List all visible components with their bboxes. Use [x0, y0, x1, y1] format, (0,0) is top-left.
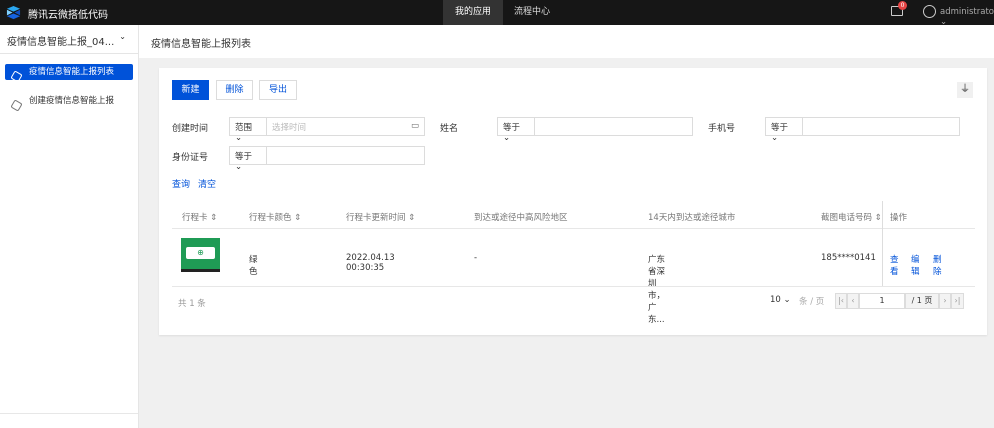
sidebar-item-create[interactable]: 创建疫情信息智能上报	[5, 93, 133, 112]
top-bar: 腾讯云微搭低代码 我的应用 流程中心 0 administrator ⌄	[0, 0, 994, 27]
name-label: 姓名	[440, 124, 459, 134]
cube-icon	[10, 99, 23, 112]
phone-label: 手机号	[708, 124, 736, 134]
placeholder: 选择时间	[272, 123, 307, 133]
page-input[interactable]: 1	[859, 293, 905, 309]
app-selector[interactable]: 疫情信息智能上报_04... ⌄	[0, 25, 138, 54]
operator-value: 等于	[771, 123, 789, 133]
list-card: 新建 删除 导出 ⏚ 创建时间 范围 ⌄ 选择时间 ▭ 姓名 等于 ⌄ 手机号 等…	[159, 68, 987, 335]
operator-value: 等于	[503, 123, 521, 133]
sidebar: 疫情信息智能上报_04... ⌄ 疫情信息智能上报列表 创建疫情信息智能上报	[0, 25, 139, 428]
phone-operator[interactable]: 等于 ⌄	[765, 117, 803, 143]
app-name: 疫情信息智能上报_04...	[7, 37, 115, 48]
cities: 广东省深圳市，广东...	[648, 255, 666, 325]
query-link[interactable]: 查询	[172, 177, 190, 190]
created-time-label: 创建时间	[172, 124, 209, 134]
created-time-operator[interactable]: 范围 ⌄	[229, 117, 267, 143]
name-operator[interactable]: 等于 ⌄	[497, 117, 535, 143]
updated-time: 2022.04.13 00:30:35	[346, 253, 395, 273]
column-header: 到达或途径中高风险地区	[474, 213, 568, 223]
risk-area: -	[474, 253, 478, 263]
nav-my-apps[interactable]: 我的应用	[443, 0, 504, 25]
logo-icon	[6, 5, 21, 20]
page-header: 疫情信息智能上报列表	[139, 25, 994, 58]
divider	[172, 286, 975, 287]
calendar-icon: ▭	[410, 121, 419, 131]
per-page-label: 条 / 页	[799, 297, 825, 307]
operator-value: 等于	[235, 152, 253, 162]
delete-link[interactable]: 删除	[933, 253, 942, 277]
last-page-icon[interactable]: ›|	[951, 293, 964, 309]
prev-page-icon[interactable]: ‹	[847, 293, 859, 309]
sidebar-item-label: 创建疫情信息智能上报	[29, 96, 115, 106]
cube-icon	[10, 70, 23, 83]
export-button[interactable]: 导出	[259, 80, 297, 100]
column-header: 操作	[890, 213, 908, 223]
view-link[interactable]: 查看	[890, 253, 899, 277]
divider	[172, 228, 975, 229]
column-header: 14天内到达或途径城市	[648, 213, 736, 223]
created-time-input[interactable]: 选择时间 ▭	[266, 117, 425, 136]
divider	[0, 413, 138, 414]
phone-input[interactable]	[802, 117, 960, 136]
user-menu[interactable]: administrator ⌄	[940, 7, 994, 27]
delete-button[interactable]: 删除	[216, 80, 253, 100]
name-input[interactable]	[534, 117, 693, 136]
card-color: 绿色	[249, 255, 258, 277]
filter-icon[interactable]: ⏚	[957, 82, 973, 98]
notification-badge: 0	[898, 1, 907, 10]
column-header[interactable]: 截图电话号码 ⇕	[821, 211, 882, 223]
clear-link[interactable]: 清空	[198, 177, 216, 190]
next-page-icon[interactable]: ›	[939, 293, 951, 309]
page-title: 疫情信息智能上报列表	[151, 39, 251, 50]
id-card-input[interactable]	[266, 146, 425, 165]
first-page-icon[interactable]: |‹	[835, 293, 847, 309]
id-card-operator[interactable]: 等于 ⌄	[229, 146, 267, 172]
sidebar-item-label: 疫情信息智能上报列表	[29, 67, 115, 77]
total-count: 共 1 条	[178, 299, 206, 309]
nav-process-center[interactable]: 流程中心	[502, 0, 562, 25]
column-header[interactable]: 行程卡 ⇕	[182, 211, 217, 223]
column-header[interactable]: 行程卡更新时间 ⇕	[346, 211, 415, 223]
chevron-down-icon: ⌄	[119, 32, 126, 41]
column-header[interactable]: 行程卡颜色 ⇕	[249, 211, 301, 223]
travel-card-icon: ⊕	[186, 247, 215, 259]
sidebar-item-list[interactable]: 疫情信息智能上报列表	[5, 64, 133, 83]
brand-name: 腾讯云微搭低代码	[28, 10, 108, 21]
travel-card-thumbnail[interactable]: ⊕	[181, 238, 220, 272]
user-icon[interactable]	[923, 5, 936, 18]
id-card-label: 身份证号	[172, 153, 209, 163]
page-size-select[interactable]: 10 ⌄	[770, 295, 791, 305]
username: administrator	[940, 7, 994, 17]
edit-link[interactable]: 编辑	[911, 253, 920, 277]
total-pages: / 1 页	[905, 293, 939, 309]
new-button[interactable]: 新建	[172, 80, 209, 100]
phone: 185****0141	[821, 253, 876, 263]
operator-value: 范围	[235, 123, 253, 133]
fixed-column-divider	[882, 201, 883, 286]
